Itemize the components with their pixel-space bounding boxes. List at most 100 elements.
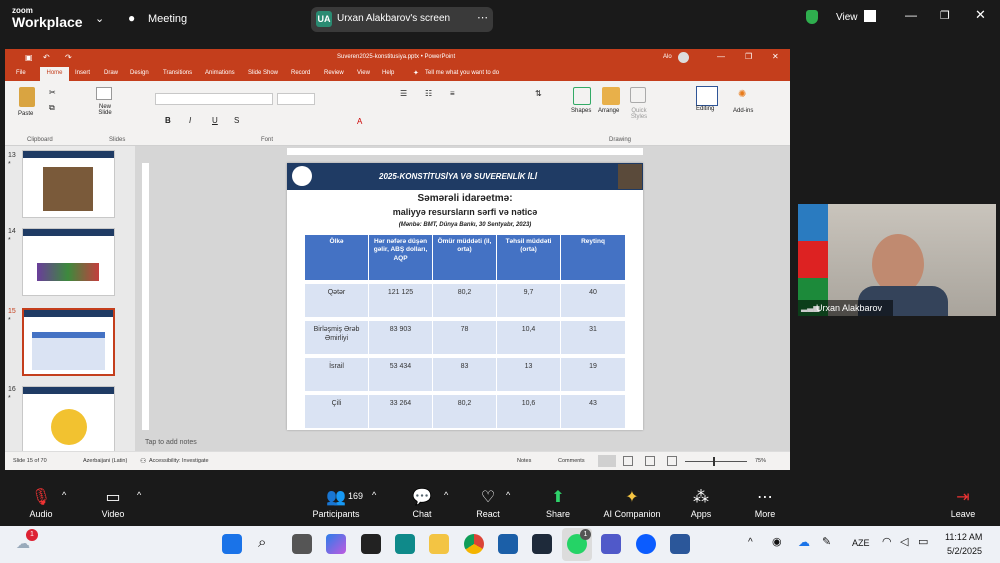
edge-icon[interactable]: [395, 534, 415, 554]
paste-button[interactable]: Paste: [18, 111, 33, 117]
view-grid-icon[interactable]: [864, 10, 876, 22]
participants-options-chevron-icon[interactable]: ^: [372, 490, 376, 500]
zoom-slider[interactable]: [685, 461, 747, 462]
quick-styles-button[interactable]: Quick Styles: [625, 108, 653, 120]
arrange-button[interactable]: Arrange: [598, 108, 619, 114]
tab-home[interactable]: Home: [40, 67, 69, 81]
tab-design[interactable]: Design: [130, 70, 149, 76]
font-color-icon[interactable]: A: [357, 117, 362, 126]
shapes-button[interactable]: Shapes: [571, 108, 591, 114]
arrange-icon[interactable]: [602, 87, 620, 105]
close-icon[interactable]: ✕: [975, 7, 986, 23]
audio-options-chevron-icon[interactable]: ^: [62, 490, 66, 500]
chat-button[interactable]: 💬 Chat: [409, 487, 435, 519]
file-explorer-icon[interactable]: [429, 534, 449, 554]
wifi-icon[interactable]: ◠: [882, 535, 892, 548]
apps-button[interactable]: ⁂ Apps: [688, 487, 714, 519]
tab-file[interactable]: File: [16, 70, 26, 76]
ai-companion-button[interactable]: ✦ AI Companion: [600, 487, 664, 519]
volume-icon[interactable]: ◁: [900, 535, 908, 548]
chrome-icon[interactable]: [464, 534, 484, 554]
chevron-down-icon[interactable]: ⌄: [95, 12, 104, 25]
more-icon[interactable]: ⋯: [477, 11, 488, 24]
restore-icon[interactable]: ❐: [745, 52, 752, 61]
bullets-icon[interactable]: ☰: [400, 89, 407, 98]
slide-thumbnail-16[interactable]: [22, 386, 115, 454]
strikethrough-icon[interactable]: S: [234, 116, 239, 125]
shapes-icon[interactable]: [573, 87, 591, 105]
copilot-icon[interactable]: [326, 534, 346, 554]
tray-icon[interactable]: ◉: [772, 535, 782, 548]
editing-button[interactable]: Editing: [696, 106, 714, 112]
audio-button[interactable]: 🎙 Audio: [28, 487, 54, 519]
paste-icon[interactable]: [19, 87, 35, 107]
more-button[interactable]: ⋯ More: [751, 487, 779, 519]
editing-search-icon[interactable]: [696, 86, 718, 106]
zoom-slider-thumb[interactable]: [713, 457, 715, 466]
slide-thumbnail-15[interactable]: [22, 308, 115, 376]
leave-button[interactable]: ⇥ Leave: [948, 487, 978, 519]
app-icon[interactable]: [532, 534, 552, 554]
tell-me-search[interactable]: Tell me what you want to do: [425, 70, 499, 76]
minimize-icon[interactable]: —: [717, 52, 725, 61]
participant-video[interactable]: ▂▃▅ Urxan Alakbarov: [798, 204, 996, 316]
tab-help[interactable]: Help: [382, 70, 394, 76]
addins-icon[interactable]: ✺: [738, 89, 746, 100]
tab-slide-show[interactable]: Slide Show: [248, 70, 278, 76]
store-icon[interactable]: [498, 534, 518, 554]
text-direction-icon[interactable]: ⇅: [535, 89, 542, 98]
tab-record[interactable]: Record: [291, 70, 310, 76]
italic-icon[interactable]: I: [189, 116, 191, 125]
font-family-select[interactable]: [155, 93, 273, 105]
onedrive-icon[interactable]: ☁: [798, 535, 810, 549]
video-button[interactable]: ▭ Video: [98, 487, 128, 519]
quick-styles-icon[interactable]: [630, 87, 646, 103]
numbering-icon[interactable]: ☷: [425, 89, 432, 98]
font-size-select[interactable]: [277, 93, 315, 105]
slideshow-view-icon[interactable]: [667, 456, 677, 466]
save-icon[interactable]: ▣: [25, 53, 33, 62]
normal-view-icon[interactable]: [598, 455, 616, 467]
share-tab[interactable]: UA Urxan Alakbarov's screen ⋯: [311, 7, 493, 32]
notes-placeholder[interactable]: Tap to add notes: [145, 439, 197, 446]
task-view-icon[interactable]: [292, 534, 312, 554]
meeting-label[interactable]: Meeting: [148, 13, 187, 25]
react-button[interactable]: ♡ React: [473, 487, 503, 519]
comments-button[interactable]: Comments: [558, 458, 585, 464]
battery-icon[interactable]: ▭: [918, 535, 928, 548]
teams-icon[interactable]: [601, 534, 621, 554]
pen-icon[interactable]: ✎: [822, 535, 831, 548]
tab-review[interactable]: Review: [324, 70, 344, 76]
new-slide-button[interactable]: New Slide: [93, 104, 117, 116]
tab-transitions[interactable]: Transitions: [163, 70, 192, 76]
bold-icon[interactable]: B: [165, 116, 171, 125]
notes-button[interactable]: Notes: [517, 458, 531, 464]
slide-sorter-icon[interactable]: [623, 456, 633, 466]
app-icon[interactable]: [361, 534, 381, 554]
zoom-icon[interactable]: [636, 534, 656, 554]
restore-icon[interactable]: ❐: [940, 9, 950, 22]
slide-thumbnail-13[interactable]: [22, 150, 115, 218]
minimize-icon[interactable]: —: [905, 8, 917, 22]
language-status[interactable]: Azerbaijani (Latin): [83, 458, 127, 464]
new-slide-icon[interactable]: [96, 87, 112, 100]
react-options-chevron-icon[interactable]: ^: [506, 490, 510, 500]
language-indicator[interactable]: AZE: [852, 538, 870, 548]
reading-view-icon[interactable]: [645, 456, 655, 466]
redo-icon[interactable]: ↷: [65, 53, 72, 62]
align-left-icon[interactable]: ≡: [450, 89, 455, 98]
clock-date[interactable]: 5/2/2025: [947, 546, 982, 556]
current-slide[interactable]: 2025-KONSTİTUSİYA VƏ SUVERENLİK İLİ Səmə…: [287, 163, 643, 430]
close-icon[interactable]: ✕: [772, 52, 779, 61]
avatar[interactable]: [678, 52, 689, 63]
zoom-level[interactable]: 75%: [755, 458, 766, 464]
chat-options-chevron-icon[interactable]: ^: [444, 490, 448, 500]
addins-button[interactable]: Add-ins: [733, 108, 753, 114]
clock-time[interactable]: 11:12 AM: [945, 532, 982, 542]
chevron-up-icon[interactable]: ^: [748, 537, 753, 548]
tab-view[interactable]: View: [357, 70, 370, 76]
share-button[interactable]: ⬆ Share: [544, 487, 572, 519]
underline-icon[interactable]: U: [212, 116, 218, 125]
video-options-chevron-icon[interactable]: ^: [137, 490, 141, 500]
cut-icon[interactable]: ✂: [49, 88, 56, 97]
